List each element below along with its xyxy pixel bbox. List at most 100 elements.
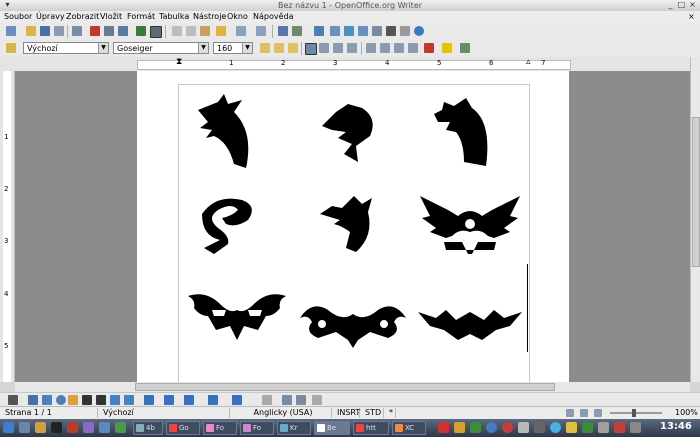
edit-file-icon[interactable]	[72, 26, 82, 36]
callouts-icon[interactable]	[208, 395, 218, 405]
clock[interactable]: 13:46	[660, 421, 692, 432]
text-icon[interactable]	[82, 395, 92, 405]
tray-app-icon[interactable]	[614, 422, 625, 433]
ellipse-icon[interactable]	[56, 395, 66, 405]
paragraph-style-select[interactable]: Výchozí ▼	[23, 42, 109, 54]
underline-icon[interactable]	[288, 43, 298, 53]
notification-icon[interactable]	[566, 422, 577, 433]
task-item[interactable]: Fo	[203, 421, 237, 435]
close-button[interactable]: ×	[688, 1, 697, 9]
redo-icon[interactable]	[256, 26, 266, 36]
tray-app-icon[interactable]	[598, 422, 609, 433]
keyboard-layout-icon[interactable]	[630, 422, 641, 433]
zoom-icon[interactable]	[400, 26, 410, 36]
vertical-text-icon[interactable]	[96, 395, 106, 405]
tray-app-icon[interactable]	[438, 422, 449, 433]
menu-window[interactable]: Okno	[227, 12, 248, 22]
help-icon[interactable]	[414, 26, 424, 36]
menu-edit[interactable]: Úpravy	[36, 12, 65, 22]
book-view-icon[interactable]	[594, 409, 602, 417]
task-item[interactable]: 4b	[133, 421, 163, 435]
export-pdf-icon[interactable]	[90, 26, 100, 36]
battery-icon[interactable]	[582, 422, 593, 433]
tray-app-icon[interactable]	[486, 422, 497, 433]
document-close-icon[interactable]: ×	[688, 12, 695, 22]
clone-formatting-icon[interactable]	[216, 26, 226, 36]
task-item[interactable]: XC	[392, 421, 426, 435]
block-arrows-icon[interactable]	[164, 395, 174, 405]
highlight-icon[interactable]	[442, 43, 452, 53]
tray-app-icon[interactable]	[454, 422, 465, 433]
decrease-indent-icon[interactable]	[394, 43, 404, 53]
new-document-icon[interactable]	[6, 26, 16, 36]
menu-table[interactable]: Tabulka	[159, 12, 189, 22]
open-icon[interactable]	[26, 26, 36, 36]
print-preview-icon[interactable]	[118, 26, 128, 36]
right-indent-marker-icon[interactable]: ▵	[526, 57, 531, 67]
zoom-slider-thumb[interactable]	[632, 409, 636, 417]
menu-help[interactable]: Nápověda	[253, 12, 294, 22]
numbering-icon[interactable]	[366, 43, 376, 53]
tray-app-icon[interactable]	[470, 422, 481, 433]
italic-icon[interactable]	[274, 43, 284, 53]
from-file-icon[interactable]	[296, 395, 306, 405]
symbol-shapes-icon[interactable]	[144, 395, 154, 405]
task-item[interactable]: Go	[166, 421, 200, 435]
freeform-icon[interactable]	[68, 395, 78, 405]
task-item[interactable]: Fo	[240, 421, 274, 435]
print-icon[interactable]	[104, 26, 114, 36]
menu-insert[interactable]: Vložit	[100, 12, 122, 22]
stars-icon[interactable]	[232, 395, 242, 405]
menu-tools[interactable]: Nástroje	[193, 12, 226, 22]
data-sources-icon[interactable]	[372, 26, 382, 36]
multi-page-view-icon[interactable]	[580, 409, 588, 417]
flowchart-icon[interactable]	[184, 395, 194, 405]
spellcheck-icon[interactable]	[136, 26, 146, 36]
bullets-icon[interactable]	[380, 43, 390, 53]
autospellcheck-icon[interactable]	[150, 26, 162, 38]
align-center-icon[interactable]	[319, 43, 329, 53]
email-icon[interactable]	[54, 26, 64, 36]
single-page-view-icon[interactable]	[566, 409, 574, 417]
vertical-ruler[interactable]: 1 2 3 4 5	[0, 71, 15, 382]
copy-icon[interactable]	[186, 26, 196, 36]
terminal-icon[interactable]	[51, 422, 62, 433]
selection-mode-status[interactable]: STD	[362, 408, 384, 418]
start-menu-icon[interactable]	[3, 422, 14, 433]
horizontal-scrollbar[interactable]	[15, 382, 690, 392]
app-launcher-icon[interactable]	[83, 422, 94, 433]
font-color-icon[interactable]	[424, 43, 434, 53]
maximize-button[interactable]: □	[677, 1, 686, 9]
horizontal-ruler[interactable]: 1 2 3 4 5 6 7 ⧗ ▵	[0, 57, 700, 72]
vertical-scroll-thumb[interactable]	[692, 117, 700, 267]
page-style-status[interactable]: Výchozí	[100, 408, 230, 418]
app-launcher-icon[interactable]	[115, 422, 126, 433]
save-icon[interactable]	[40, 26, 50, 36]
callout-icon[interactable]	[110, 395, 120, 405]
points-icon[interactable]	[262, 395, 272, 405]
task-item-active[interactable]: Be	[314, 421, 350, 435]
left-indent-marker-icon[interactable]: ⧗	[176, 57, 182, 67]
app-launcher-icon[interactable]	[99, 422, 110, 433]
tray-app-icon[interactable]	[534, 422, 545, 433]
menu-view[interactable]: Zobrazit	[66, 12, 99, 22]
minimize-button[interactable]: _	[666, 1, 675, 9]
align-right-icon[interactable]	[333, 43, 343, 53]
hyperlink-icon[interactable]	[278, 26, 288, 36]
menu-format[interactable]: Formát	[127, 12, 155, 22]
styles-formatting-icon[interactable]	[6, 43, 16, 53]
show-draw-functions-icon[interactable]	[314, 26, 324, 36]
formatting-marks-icon[interactable]	[386, 26, 396, 36]
select-arrow-icon[interactable]	[8, 395, 18, 405]
task-item[interactable]: Kr	[277, 421, 311, 435]
network-icon[interactable]	[550, 422, 561, 433]
line-icon[interactable]	[28, 395, 38, 405]
vertical-scrollbar[interactable]	[690, 57, 700, 382]
extrusion-icon[interactable]	[312, 395, 322, 405]
paste-icon[interactable]	[200, 26, 210, 36]
align-left-icon[interactable]	[305, 43, 317, 55]
gallery-icon[interactable]	[358, 26, 368, 36]
file-manager-icon[interactable]	[35, 422, 46, 433]
table-icon[interactable]	[292, 26, 302, 36]
menu-file[interactable]: Soubor	[4, 12, 32, 22]
